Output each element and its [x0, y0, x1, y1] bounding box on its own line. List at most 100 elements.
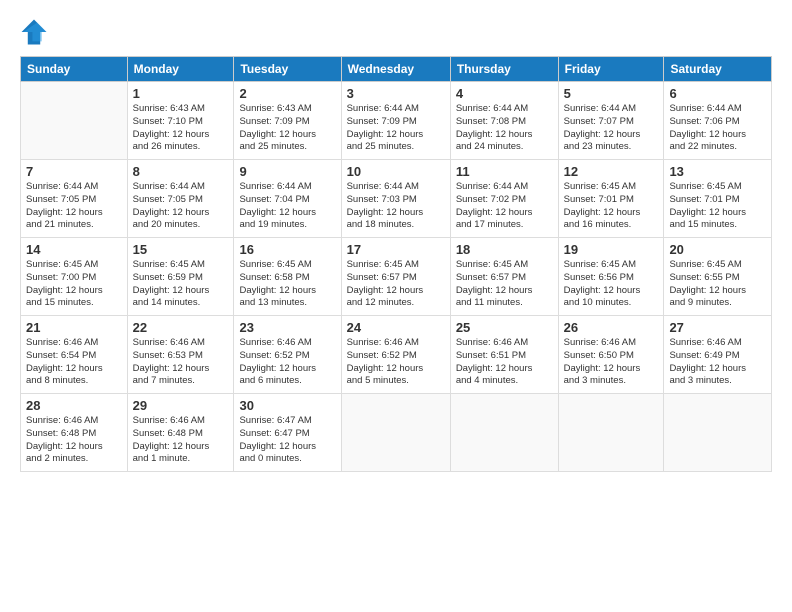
calendar-week-row: 28 Sunrise: 6:46 AMSunset: 6:48 PMDayligh… — [21, 394, 772, 472]
day-number: 3 — [347, 86, 445, 101]
day-info: Sunrise: 6:46 AMSunset: 6:48 PMDaylight:… — [133, 415, 229, 466]
calendar-table: SundayMondayTuesdayWednesdayThursdayFrid… — [20, 56, 772, 472]
weekday-header: Tuesday — [234, 57, 341, 82]
day-info: Sunrise: 6:45 AMSunset: 6:57 PMDaylight:… — [456, 259, 553, 310]
day-number: 22 — [133, 320, 229, 335]
day-number: 16 — [239, 242, 335, 257]
day-number: 12 — [564, 164, 659, 179]
day-info: Sunrise: 6:43 AMSunset: 7:10 PMDaylight:… — [133, 103, 229, 154]
day-info: Sunrise: 6:44 AMSunset: 7:09 PMDaylight:… — [347, 103, 445, 154]
day-number: 26 — [564, 320, 659, 335]
day-info: Sunrise: 6:46 AMSunset: 6:54 PMDaylight:… — [26, 337, 122, 388]
day-info: Sunrise: 6:45 AMSunset: 7:00 PMDaylight:… — [26, 259, 122, 310]
day-number: 19 — [564, 242, 659, 257]
weekday-header: Sunday — [21, 57, 128, 82]
calendar-cell: 22Sunrise: 6:46 AMSunset: 6:53 PMDayligh… — [127, 316, 234, 394]
day-info: Sunrise: 6:46 AMSunset: 6:49 PMDaylight:… — [669, 337, 766, 388]
calendar-cell: 9 Sunrise: 6:44 AMSunset: 7:04 PMDaylight… — [234, 160, 341, 238]
day-info: Sunrise: 6:46 AMSunset: 6:50 PMDaylight:… — [564, 337, 659, 388]
calendar-cell — [21, 82, 128, 160]
day-info: Sunrise: 6:44 AMSunset: 7:08 PMDaylight:… — [456, 103, 553, 154]
day-info: Sunrise: 6:44 AMSunset: 7:05 PMDaylight:… — [26, 181, 122, 232]
weekday-header: Thursday — [450, 57, 558, 82]
calendar-cell: 14 Sunrise: 6:45 AMSunset: 7:00 PMDayligh… — [21, 238, 128, 316]
day-number: 24 — [347, 320, 445, 335]
day-number: 27 — [669, 320, 766, 335]
calendar-cell: 28 Sunrise: 6:46 AMSunset: 6:48 PMDayligh… — [21, 394, 128, 472]
calendar-cell: 3 Sunrise: 6:44 AMSunset: 7:09 PMDaylight… — [341, 82, 450, 160]
day-info: Sunrise: 6:45 AMSunset: 6:58 PMDaylight:… — [239, 259, 335, 310]
day-number: 13 — [669, 164, 766, 179]
day-number: 25 — [456, 320, 553, 335]
day-number: 17 — [347, 242, 445, 257]
day-info: Sunrise: 6:46 AMSunset: 6:52 PMDaylight:… — [347, 337, 445, 388]
day-number: 14 — [26, 242, 122, 257]
calendar-cell: 1 Sunrise: 6:43 AMSunset: 7:10 PMDaylight… — [127, 82, 234, 160]
weekday-header-row: SundayMondayTuesdayWednesdayThursdayFrid… — [21, 57, 772, 82]
day-number: 15 — [133, 242, 229, 257]
day-number: 4 — [456, 86, 553, 101]
day-number: 18 — [456, 242, 553, 257]
calendar-cell: 2 Sunrise: 6:43 AMSunset: 7:09 PMDaylight… — [234, 82, 341, 160]
logo — [20, 18, 52, 46]
day-number: 23 — [239, 320, 335, 335]
day-number: 8 — [133, 164, 229, 179]
calendar-cell — [558, 394, 664, 472]
calendar-cell: 24 Sunrise: 6:46 AMSunset: 6:52 PMDayligh… — [341, 316, 450, 394]
calendar-cell: 5Sunrise: 6:44 AMSunset: 7:07 PMDaylight… — [558, 82, 664, 160]
calendar-cell — [341, 394, 450, 472]
day-info: Sunrise: 6:44 AMSunset: 7:03 PMDaylight:… — [347, 181, 445, 232]
day-number: 11 — [456, 164, 553, 179]
calendar-cell: 15 Sunrise: 6:45 AMSunset: 6:59 PMDayligh… — [127, 238, 234, 316]
day-info: Sunrise: 6:45 AMSunset: 6:57 PMDaylight:… — [347, 259, 445, 310]
weekday-header: Friday — [558, 57, 664, 82]
day-number: 10 — [347, 164, 445, 179]
day-info: Sunrise: 6:44 AMSunset: 7:05 PMDaylight:… — [133, 181, 229, 232]
calendar-week-row: 21 Sunrise: 6:46 AMSunset: 6:54 PMDayligh… — [21, 316, 772, 394]
day-info: Sunrise: 6:43 AMSunset: 7:09 PMDaylight:… — [239, 103, 335, 154]
day-info: Sunrise: 6:45 AMSunset: 6:55 PMDaylight:… — [669, 259, 766, 310]
calendar-cell — [450, 394, 558, 472]
day-number: 9 — [239, 164, 335, 179]
calendar-cell: 17 Sunrise: 6:45 AMSunset: 6:57 PMDayligh… — [341, 238, 450, 316]
day-number: 28 — [26, 398, 122, 413]
day-number: 29 — [133, 398, 229, 413]
calendar-cell — [664, 394, 772, 472]
day-info: Sunrise: 6:47 AMSunset: 6:47 PMDaylight:… — [239, 415, 335, 466]
day-number: 21 — [26, 320, 122, 335]
day-number: 30 — [239, 398, 335, 413]
logo-icon — [20, 18, 48, 46]
day-info: Sunrise: 6:44 AMSunset: 7:07 PMDaylight:… — [564, 103, 659, 154]
page: SundayMondayTuesdayWednesdayThursdayFrid… — [0, 0, 792, 612]
day-info: Sunrise: 6:45 AMSunset: 6:59 PMDaylight:… — [133, 259, 229, 310]
day-info: Sunrise: 6:44 AMSunset: 7:04 PMDaylight:… — [239, 181, 335, 232]
day-number: 2 — [239, 86, 335, 101]
day-info: Sunrise: 6:46 AMSunset: 6:52 PMDaylight:… — [239, 337, 335, 388]
calendar-cell: 12Sunrise: 6:45 AMSunset: 7:01 PMDayligh… — [558, 160, 664, 238]
calendar-cell: 21 Sunrise: 6:46 AMSunset: 6:54 PMDayligh… — [21, 316, 128, 394]
calendar-cell: 23 Sunrise: 6:46 AMSunset: 6:52 PMDayligh… — [234, 316, 341, 394]
calendar-cell: 25 Sunrise: 6:46 AMSunset: 6:51 PMDayligh… — [450, 316, 558, 394]
day-info: Sunrise: 6:44 AMSunset: 7:06 PMDaylight:… — [669, 103, 766, 154]
day-info: Sunrise: 6:46 AMSunset: 6:48 PMDaylight:… — [26, 415, 122, 466]
calendar-cell: 16 Sunrise: 6:45 AMSunset: 6:58 PMDayligh… — [234, 238, 341, 316]
calendar-cell: 6Sunrise: 6:44 AMSunset: 7:06 PMDaylight… — [664, 82, 772, 160]
calendar-cell: 11 Sunrise: 6:44 AMSunset: 7:02 PMDayligh… — [450, 160, 558, 238]
day-info: Sunrise: 6:45 AMSunset: 7:01 PMDaylight:… — [669, 181, 766, 232]
day-info: Sunrise: 6:45 AMSunset: 6:56 PMDaylight:… — [564, 259, 659, 310]
calendar-week-row: 14 Sunrise: 6:45 AMSunset: 7:00 PMDayligh… — [21, 238, 772, 316]
calendar-cell: 18 Sunrise: 6:45 AMSunset: 6:57 PMDayligh… — [450, 238, 558, 316]
calendar-cell: 30 Sunrise: 6:47 AMSunset: 6:47 PMDayligh… — [234, 394, 341, 472]
weekday-header: Wednesday — [341, 57, 450, 82]
day-number: 1 — [133, 86, 229, 101]
calendar-week-row: 7Sunrise: 6:44 AMSunset: 7:05 PMDaylight… — [21, 160, 772, 238]
weekday-header: Monday — [127, 57, 234, 82]
day-number: 20 — [669, 242, 766, 257]
calendar-week-row: 1 Sunrise: 6:43 AMSunset: 7:10 PMDaylight… — [21, 82, 772, 160]
day-info: Sunrise: 6:46 AMSunset: 6:51 PMDaylight:… — [456, 337, 553, 388]
calendar-cell: 4 Sunrise: 6:44 AMSunset: 7:08 PMDaylight… — [450, 82, 558, 160]
calendar-cell: 19 Sunrise: 6:45 AMSunset: 6:56 PMDayligh… — [558, 238, 664, 316]
calendar-cell: 10 Sunrise: 6:44 AMSunset: 7:03 PMDayligh… — [341, 160, 450, 238]
calendar-cell: 26 Sunrise: 6:46 AMSunset: 6:50 PMDayligh… — [558, 316, 664, 394]
day-info: Sunrise: 6:44 AMSunset: 7:02 PMDaylight:… — [456, 181, 553, 232]
